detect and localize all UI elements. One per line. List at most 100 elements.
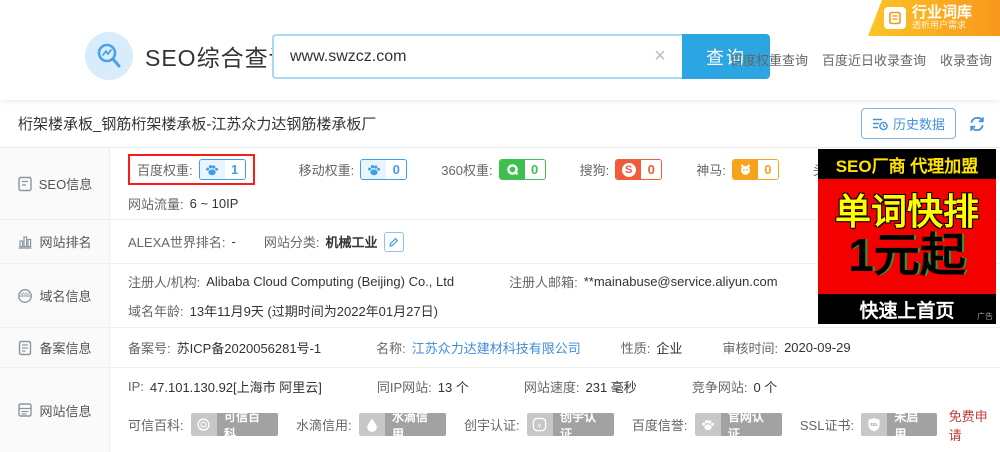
shenma-mascot-icon	[732, 160, 758, 179]
free-apply-link[interactable]: 免费申请	[949, 406, 1000, 444]
header-links: 百度权重查询 百度近日收录查询 收录查询	[730, 50, 992, 69]
registrant-email-label: 注册人邮箱:	[509, 274, 578, 290]
info-table: SEO信息 百度权重: 1 移动权重: 0 360权重: 0 搜狗: S 0 神…	[0, 148, 1000, 452]
icp-nature-label: 性质:	[620, 341, 651, 356]
sidebar-item-icp-info: 备案信息	[0, 328, 110, 367]
svg-text:v: v	[538, 420, 542, 429]
promo-ad-banner[interactable]: SEO厂商 代理加盟 单词快排 1元起 快速上首页 广告	[818, 149, 996, 324]
baidu-reputation-label: 百度信誉:	[631, 418, 688, 433]
mobile-weight-label: 移动权重:	[298, 163, 355, 178]
traffic-value: 6 ~ 10IP	[189, 196, 239, 211]
baidu-paw-icon	[199, 160, 225, 179]
history-list-clock-icon	[872, 117, 888, 131]
baidu-reputation-badge[interactable]: 官网认证	[694, 413, 782, 436]
so360-weight-value: 0	[524, 160, 545, 179]
sogou-s-icon: S	[616, 160, 642, 179]
waterdrop-credit-badge-text: 水滴信用	[384, 413, 446, 436]
trusted-encyclopedia-badge-text: 可信百科	[217, 413, 278, 436]
icp-number-value: 苏ICP备2020056281号-1	[176, 341, 322, 356]
registrant-email-value: **mainabuse@service.aliyun.com	[583, 273, 778, 289]
ssl-cert-label: SSL证书:	[799, 418, 855, 433]
refresh-icon[interactable]	[968, 115, 986, 133]
waterdrop-credit-item: 水滴信用: 水滴信用	[296, 413, 446, 436]
so360-weight-item: 360权重: 0	[441, 159, 546, 180]
baidu-weight-badge[interactable]: 1	[198, 159, 246, 180]
shenma-weight-badge[interactable]: 0	[731, 159, 779, 180]
sogou-weight-value: 0	[641, 160, 662, 179]
sogou-weight-badge[interactable]: S 0	[615, 159, 663, 180]
globe-www-icon: www	[17, 288, 33, 304]
ribbon-subtitle: 透析用户需求	[912, 20, 967, 31]
search-input[interactable]	[272, 34, 682, 79]
knownsec-cert-badge[interactable]: v 创宇认证	[526, 413, 614, 436]
logo: SEO综合查询	[85, 32, 293, 80]
ssl-cert-badge-text: 未启用	[887, 413, 937, 436]
waterdrop-credit-label: 水滴信用:	[295, 418, 352, 433]
clear-icon[interactable]: ×	[650, 46, 670, 66]
page-title: 桁架楼承板_钢筋桁架楼承板-江苏众力达钢筋楼承板厂	[18, 116, 377, 133]
so360-ring-icon	[499, 160, 525, 179]
svg-text:SSL: SSL	[870, 422, 878, 427]
knownsec-cert-label: 创宇认证:	[463, 418, 520, 433]
knownsec-cert-item: 创宇认证: v 创宇认证	[464, 413, 614, 436]
edit-category-icon[interactable]	[383, 231, 404, 252]
site-speed-value: 231 毫秒	[585, 379, 637, 395]
svg-text:www: www	[21, 291, 31, 296]
site-category-value: 机械工业	[325, 235, 378, 250]
competitor-sites-value: 0 个	[753, 379, 778, 395]
registrant-value: Alibaba Cloud Computing (Beijing) Co., L…	[206, 273, 455, 289]
shenma-weight-label: 神马:	[696, 163, 726, 178]
domain-age-label: 域名年龄:	[128, 303, 184, 319]
site-speed-label: 网站速度:	[523, 379, 580, 395]
baidu-weight-highlight-box: 百度权重: 1	[128, 154, 255, 185]
shenma-weight-item: 神马: 0	[696, 159, 779, 180]
lexicon-book-icon	[884, 7, 906, 29]
cert-badges-line: 可信百科: 可信百科 水滴信用: 水滴信用 创宇认证: v 创宇认证 百度信誉:…	[128, 406, 1000, 444]
baidu-weight-label: 百度权重:	[137, 163, 193, 178]
domain-age-value: 13年11月9天 (过期时间为2022年01月27日)	[189, 303, 438, 319]
table-row-icp: 备案信息 备案号: 苏ICP备2020056281号-1 名称: 江苏众力达建材…	[0, 328, 1000, 368]
app-title: SEO综合查询	[145, 45, 293, 71]
baidu-reputation-badge-text: 官网认证	[720, 413, 782, 436]
history-data-button[interactable]: 历史数据	[860, 108, 956, 139]
ip-value: 47.101.130.92[上海市 阿里云]	[149, 379, 322, 395]
magnifier-logo-icon	[85, 32, 133, 80]
result-title-bar: 桁架楼承板_钢筋桁架楼承板-江苏众力达钢筋楼承板厂 历史数据	[0, 100, 1000, 148]
site-category-label: 网站分类:	[263, 235, 320, 250]
sidebar-item-website-info: 网站信息	[0, 368, 110, 452]
ssl-shield-icon: SSL	[861, 413, 888, 436]
ad-line4: 快速上首页	[859, 300, 955, 322]
mobile-weight-badge[interactable]: 0	[360, 159, 408, 180]
header: SEO综合查询 × 查询 百度权重查询 百度近日收录查询 收录查询 行业词库 透…	[0, 0, 1000, 100]
ssl-cert-badge[interactable]: SSL 未启用	[861, 413, 937, 436]
waterdrop-credit-badge[interactable]: 水滴信用	[358, 413, 446, 436]
same-ip-sites-value: 13 个	[437, 379, 469, 395]
ip-label: IP:	[128, 378, 144, 394]
sidebar-item-seo-info: SEO信息	[0, 148, 110, 219]
ad-line2: 单词快排	[834, 191, 979, 233]
industry-lexicon-ribbon[interactable]: 行业词库 透析用户需求	[868, 0, 1000, 36]
baidu-weight-value: 1	[224, 160, 245, 179]
sidebar-item-label: 备案信息	[39, 341, 92, 356]
knownsec-cert-badge-text: 创宇认证	[552, 413, 614, 436]
link-baidu-recent-index-query[interactable]: 百度近日收录查询	[822, 50, 926, 69]
competitor-sites-label: 竞争网站:	[691, 379, 748, 395]
icp-nature-value: 企业	[656, 341, 683, 356]
document-icon	[17, 340, 33, 356]
sidebar-item-label: 网站信息	[39, 403, 92, 419]
history-button-label: 历史数据	[892, 117, 945, 132]
trusted-encyclopedia-badge[interactable]: 可信百科	[190, 413, 278, 436]
ad-line3: 1元起	[848, 229, 966, 282]
link-index-query[interactable]: 收录查询	[940, 50, 992, 69]
icp-company-link[interactable]: 江苏众力达建材科技有限公司	[412, 338, 581, 357]
mobile-weight-item: 移动权重: 0	[299, 159, 408, 180]
link-baidu-weight-query[interactable]: 百度权重查询	[730, 50, 808, 69]
sidebar-item-label: 域名信息	[39, 289, 92, 304]
baidu-paw-icon	[694, 413, 721, 436]
mobile-weight-value: 0	[386, 160, 407, 179]
icp-audit-time-value: 2020-09-29	[784, 340, 851, 355]
baidu-paw-icon	[361, 160, 387, 179]
sidebar-item-site-ranking: 网站排名	[0, 220, 110, 263]
emblem-icon	[190, 413, 218, 436]
so360-weight-badge[interactable]: 0	[498, 159, 546, 180]
